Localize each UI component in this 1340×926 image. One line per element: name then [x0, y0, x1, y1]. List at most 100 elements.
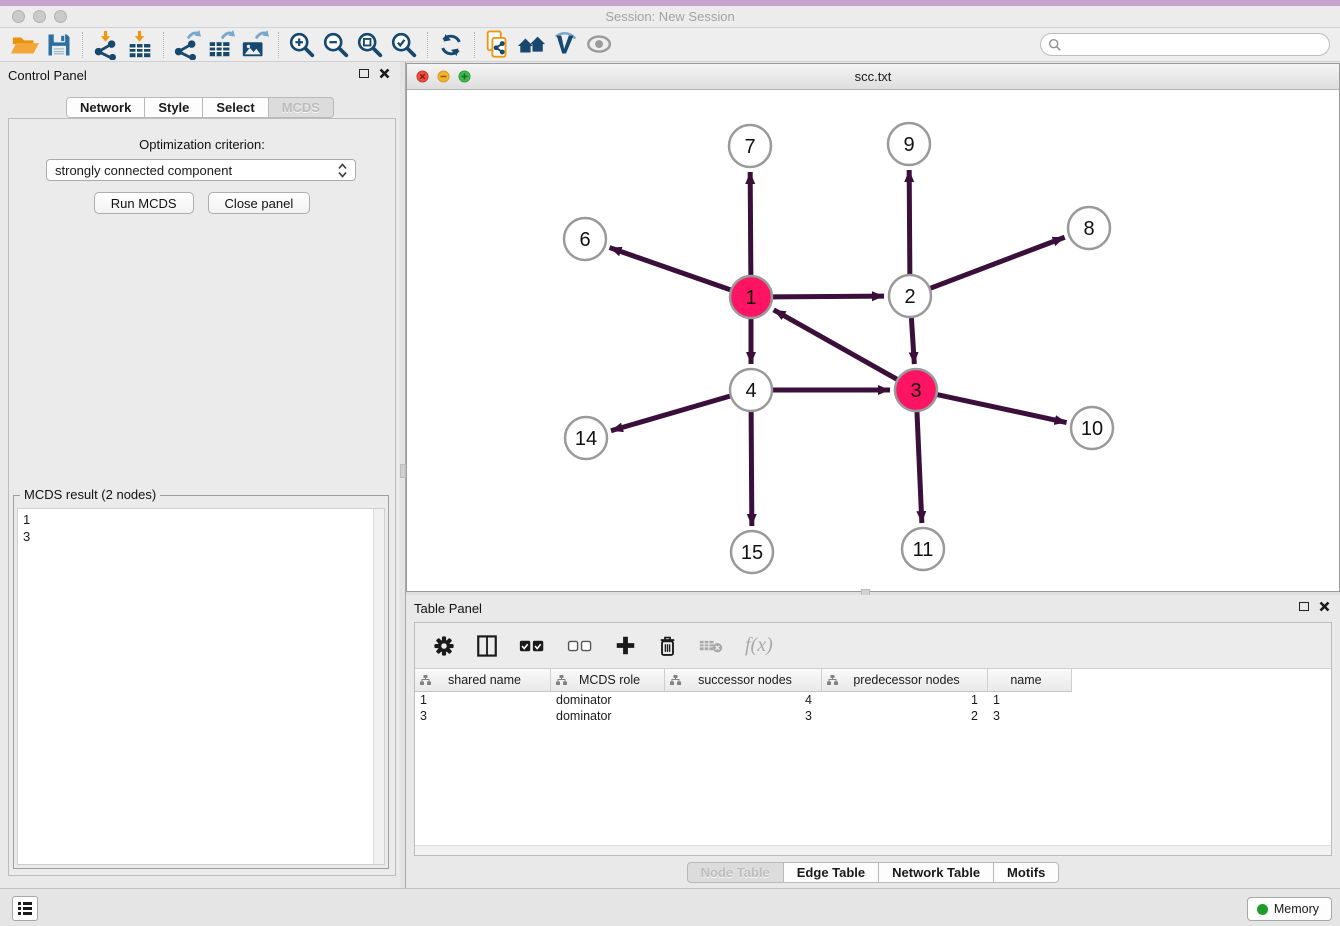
result-scrollbar[interactable]: [373, 509, 384, 864]
table-cell[interactable]: 1: [415, 692, 551, 708]
column-header-successor-nodes[interactable]: successor nodes: [665, 669, 822, 691]
tab-motifs[interactable]: Motifs: [994, 862, 1059, 883]
edge-4-15[interactable]: [751, 412, 752, 526]
table-cell[interactable]: 2: [822, 708, 988, 724]
edge-3-11[interactable]: [917, 412, 922, 523]
network-view-window: scc.txt 7968124314101511: [406, 63, 1340, 592]
cyndex-icon[interactable]: [549, 30, 583, 60]
tab-network[interactable]: Network: [66, 97, 145, 118]
import-network-icon[interactable]: [89, 30, 123, 60]
export-network-icon[interactable]: [170, 30, 204, 60]
network-window-titlebar[interactable]: scc.txt: [407, 64, 1339, 90]
function-builder-icon[interactable]: f(x): [745, 634, 773, 657]
optimization-criterion-label: Optimization criterion:: [9, 137, 395, 152]
column-header-predecessor-nodes[interactable]: predecessor nodes: [822, 669, 988, 691]
table-cell[interactable]: 4: [665, 692, 822, 708]
tab-select[interactable]: Select: [203, 97, 268, 118]
table-cell[interactable]: dominator: [551, 692, 665, 708]
float-panel-icon[interactable]: [359, 69, 369, 78]
tab-mcds[interactable]: MCDS: [269, 97, 334, 118]
edge-1-2[interactable]: [773, 296, 884, 297]
memory-label: Memory: [1274, 902, 1319, 916]
tab-network-table[interactable]: Network Table: [879, 862, 994, 883]
edge-2-8[interactable]: [931, 237, 1065, 288]
network-canvas[interactable]: 7968124314101511: [407, 90, 1339, 591]
table-cell[interactable]: 3: [665, 708, 822, 724]
zoom-in-icon[interactable]: [285, 30, 319, 60]
table-cell[interactable]: 3: [415, 708, 551, 724]
control-panel-tabs: NetworkStyleSelectMCDS: [0, 97, 400, 118]
edge-2-9[interactable]: [909, 170, 910, 274]
close-panel-icon[interactable]: [379, 68, 390, 79]
edge-3-10[interactable]: [938, 395, 1067, 423]
delete-row-trash-icon[interactable]: [658, 635, 677, 657]
edge-1-7[interactable]: [750, 172, 751, 275]
toolbar-separator: [163, 32, 164, 58]
column-header-shared-name[interactable]: shared name: [415, 669, 551, 691]
add-row-plus-icon[interactable]: [615, 635, 636, 656]
column-header-name[interactable]: name: [988, 669, 1072, 691]
task-list-icon: [17, 901, 33, 916]
edge-4-14[interactable]: [611, 396, 730, 431]
node-label-8: 8: [1083, 218, 1094, 240]
table-row[interactable]: 1dominator411: [415, 692, 1331, 708]
criterion-dropdown[interactable]: strongly connected component: [46, 159, 356, 181]
mcds-result-area[interactable]: 1 3: [17, 508, 385, 865]
node-table-header: shared nameMCDS rolesuccessor nodesprede…: [415, 669, 1072, 692]
search-box[interactable]: [1040, 33, 1330, 56]
node-label-2: 2: [904, 286, 915, 308]
table-settings-gear-icon[interactable]: [433, 635, 455, 657]
task-history-button[interactable]: [12, 896, 38, 921]
table-cell[interactable]: dominator: [551, 708, 665, 724]
sort-hierarchy-icon: [556, 675, 567, 685]
memory-button[interactable]: Memory: [1247, 897, 1332, 921]
import-table-icon[interactable]: [123, 30, 157, 60]
refresh-view-icon[interactable]: [434, 30, 468, 60]
node-label-14: 14: [575, 428, 597, 450]
edge-2-3[interactable]: [911, 318, 914, 364]
select-all-rows-icon[interactable]: [519, 639, 545, 653]
node-label-15: 15: [741, 542, 763, 564]
table-cell[interactable]: 3: [988, 708, 1072, 724]
open-file-icon[interactable]: [8, 30, 42, 60]
table-cell[interactable]: 1: [822, 692, 988, 708]
delete-table-icon[interactable]: [699, 638, 723, 654]
deselect-all-rows-icon[interactable]: [567, 639, 593, 653]
export-table-icon[interactable]: [204, 30, 238, 60]
close-panel-icon[interactable]: [1319, 601, 1330, 612]
node-label-11: 11: [913, 539, 934, 561]
search-input[interactable]: [1066, 35, 1329, 54]
export-image-icon[interactable]: [238, 30, 272, 60]
new-network-from-selection-icon[interactable]: [481, 30, 515, 60]
node-table-container: f(x) shared nameMCDS rolesuccessor nodes…: [414, 622, 1332, 856]
node-label-4: 4: [745, 380, 756, 402]
toolbar-separator: [82, 32, 83, 58]
edge-1-6[interactable]: [610, 248, 731, 290]
table-row[interactable]: 3dominator323: [415, 708, 1331, 724]
network-overview-icon[interactable]: [515, 30, 549, 60]
zoom-selected-icon[interactable]: [387, 30, 421, 60]
edge-3-1[interactable]: [774, 310, 897, 379]
column-layout-icon[interactable]: [477, 635, 497, 657]
hide-panel-eye-icon[interactable]: [583, 30, 617, 60]
status-bar: Memory: [0, 888, 1340, 926]
mcds-result-title: MCDS result (2 nodes): [20, 487, 160, 502]
close-panel-button[interactable]: Close panel: [208, 192, 311, 214]
column-header-MCDS-role[interactable]: MCDS role: [551, 669, 665, 691]
tab-node-table[interactable]: Node Table: [687, 862, 784, 883]
node-label-6: 6: [579, 229, 590, 251]
mcds-result-group: MCDS result (2 nodes) 1 3: [13, 495, 389, 869]
table-cell[interactable]: 1: [988, 692, 1072, 708]
table-panel: Table Panel: [406, 595, 1340, 888]
table-horizontal-scrollbar[interactable]: [415, 845, 1331, 855]
float-panel-icon[interactable]: [1299, 602, 1309, 611]
node-table-body: 1dominator4113dominator323: [415, 692, 1331, 845]
toolbar-separator: [278, 32, 279, 58]
zoom-out-icon[interactable]: [319, 30, 353, 60]
tab-style[interactable]: Style: [145, 97, 203, 118]
run-mcds-button[interactable]: Run MCDS: [94, 192, 194, 214]
tab-edge-table[interactable]: Edge Table: [784, 862, 879, 883]
zoom-fit-icon[interactable]: [353, 30, 387, 60]
save-session-icon[interactable]: [42, 30, 76, 60]
criterion-value: strongly connected component: [55, 163, 338, 178]
